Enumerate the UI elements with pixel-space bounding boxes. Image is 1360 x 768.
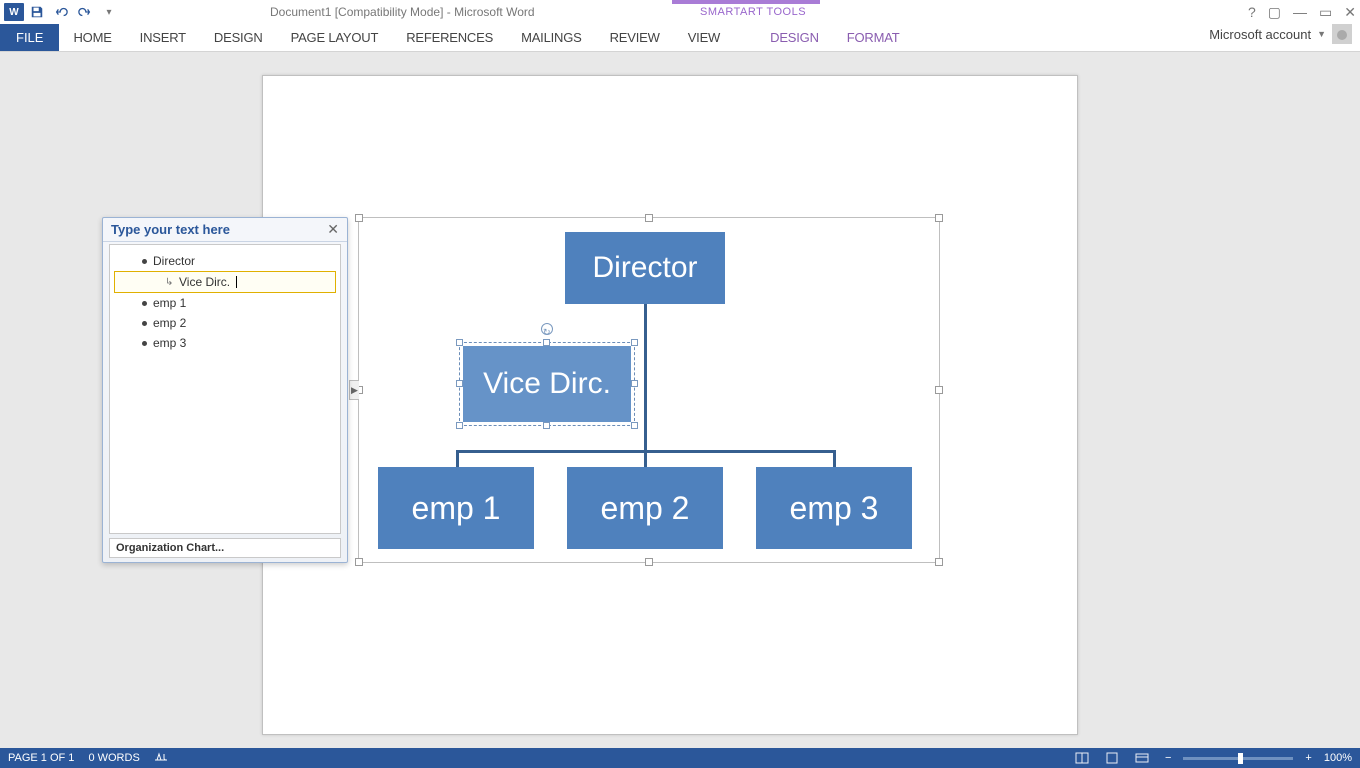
tab-smartart-format[interactable]: FORMAT: [833, 24, 914, 51]
resize-handle[interactable]: [355, 214, 363, 222]
word-app-icon: W: [4, 3, 24, 21]
org-node-emp3[interactable]: emp 3: [756, 467, 912, 549]
tab-smartart-design[interactable]: DESIGN: [756, 24, 833, 51]
qat-customize-button[interactable]: ▾: [98, 1, 120, 23]
bullet-icon: [142, 341, 147, 346]
textpane-title: Type your text here: [111, 222, 230, 237]
slider-thumb[interactable]: [1238, 753, 1243, 764]
resize-handle[interactable]: [645, 558, 653, 566]
org-connector: [644, 304, 647, 452]
textpane-item-label: Vice Dirc.: [179, 275, 230, 289]
tab-review[interactable]: REVIEW: [596, 24, 674, 51]
minimize-button[interactable]: —: [1293, 4, 1307, 20]
textpane-item-label: emp 3: [153, 336, 186, 350]
ribbon-display-options-button[interactable]: ▢: [1268, 4, 1281, 21]
org-node-emp1[interactable]: emp 1: [378, 467, 534, 549]
resize-handle[interactable]: [645, 214, 653, 222]
account-label: Microsoft account: [1209, 27, 1311, 42]
tab-page-layout[interactable]: PAGE LAYOUT: [277, 24, 393, 51]
close-icon[interactable]: ✕: [327, 221, 339, 238]
text-cursor: [236, 276, 237, 288]
view-print-layout-button[interactable]: [1101, 750, 1123, 766]
zoom-level[interactable]: 100%: [1324, 752, 1352, 764]
resize-handle[interactable]: [935, 558, 943, 566]
bullet-icon: [142, 321, 147, 326]
resize-handle[interactable]: [935, 386, 943, 394]
textpane-item[interactable]: emp 3: [114, 333, 336, 353]
zoom-in-button[interactable]: +: [1301, 752, 1315, 764]
undo-button[interactable]: [50, 1, 72, 23]
org-connector: [456, 450, 459, 468]
status-page[interactable]: PAGE 1 OF 1: [8, 752, 74, 764]
close-button[interactable]: ✕: [1344, 4, 1356, 21]
save-button[interactable]: [26, 1, 48, 23]
tab-home[interactable]: HOME: [59, 24, 125, 51]
contextual-tools-label: SMARTART TOOLS: [700, 6, 806, 18]
bullet-icon: [142, 301, 147, 306]
tab-design[interactable]: DESIGN: [200, 24, 277, 51]
zoom-slider[interactable]: [1183, 757, 1293, 760]
tab-references[interactable]: REFERENCES: [392, 24, 507, 51]
org-node-vice[interactable]: Vice Dirc.: [463, 346, 631, 422]
window-controls: ? ▢ — ▭ ✕: [1248, 4, 1356, 21]
contextual-tab-strip: [672, 0, 820, 4]
resize-handle[interactable]: [935, 214, 943, 222]
tab-insert[interactable]: INSERT: [126, 24, 200, 51]
org-connector: [833, 450, 836, 468]
sub-bullet-icon: ↳: [165, 277, 173, 288]
maximize-button[interactable]: ▭: [1319, 4, 1332, 21]
textpane-item[interactable]: emp 2: [114, 313, 336, 333]
textpane-item[interactable]: Director: [114, 251, 336, 271]
textpane-item-label: Director: [153, 254, 195, 268]
account-menu[interactable]: Microsoft account ▼: [1209, 24, 1352, 44]
org-node-director[interactable]: Director: [565, 232, 725, 304]
title-bar: W ▾ Document1 [Compatibility Mode] - Mic…: [0, 0, 1360, 24]
textpane-footer[interactable]: Organization Chart...: [109, 538, 341, 558]
redo-button[interactable]: [74, 1, 96, 23]
document-workspace[interactable]: ▶ Director Vice Dirc. emp 1 emp 2 emp 3 …: [0, 52, 1360, 748]
spellcheck-icon[interactable]: [154, 751, 168, 766]
textpane-body[interactable]: Director ↳ Vice Dirc. emp 1 emp 2 emp 3: [109, 244, 341, 534]
help-button[interactable]: ?: [1248, 4, 1256, 20]
ribbon-tabs: FILE HOME INSERT DESIGN PAGE LAYOUT REFE…: [0, 24, 1360, 52]
resize-handle[interactable]: [355, 558, 363, 566]
textpane-item-label: emp 1: [153, 296, 186, 310]
bullet-icon: [142, 259, 147, 264]
org-node-emp2[interactable]: emp 2: [567, 467, 723, 549]
view-read-mode-button[interactable]: [1071, 750, 1093, 766]
tab-view[interactable]: VIEW: [674, 24, 734, 51]
quick-access-toolbar: W ▾: [0, 1, 120, 23]
org-connector: [644, 450, 647, 468]
textpane-toggle-button[interactable]: ▶: [349, 380, 359, 400]
zoom-out-button[interactable]: −: [1161, 752, 1175, 764]
textpane-item-label: emp 2: [153, 316, 186, 330]
avatar: [1332, 24, 1352, 44]
tab-file[interactable]: FILE: [0, 24, 59, 51]
textpane-header[interactable]: Type your text here ✕: [103, 218, 347, 242]
smartart-text-pane[interactable]: Type your text here ✕ Director ↳ Vice Di…: [102, 217, 348, 563]
window-title: Document1 [Compatibility Mode] - Microso…: [270, 5, 535, 19]
textpane-item[interactable]: ↳ Vice Dirc.: [114, 271, 336, 293]
tab-mailings[interactable]: MAILINGS: [507, 24, 596, 51]
status-words[interactable]: 0 WORDS: [88, 752, 139, 764]
textpane-item[interactable]: emp 1: [114, 293, 336, 313]
view-web-layout-button[interactable]: [1131, 750, 1153, 766]
status-bar: PAGE 1 OF 1 0 WORDS − + 100%: [0, 748, 1360, 768]
chevron-down-icon: ▼: [1317, 29, 1326, 39]
